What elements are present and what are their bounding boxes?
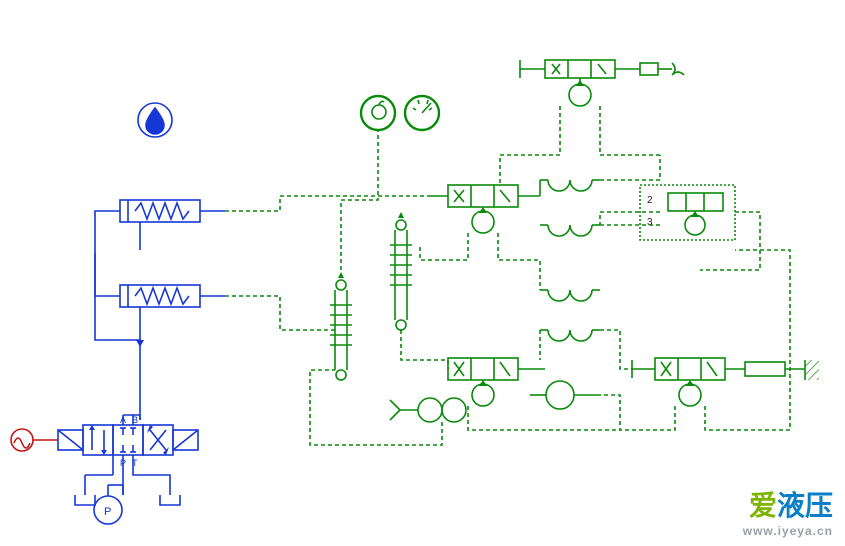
- watermark: 爱液压 www.iyeya.cn: [743, 484, 833, 538]
- valve-module-top: [500, 60, 684, 185]
- watermark-url: www.iyeya.cn: [743, 524, 833, 538]
- svg-text:P: P: [104, 506, 111, 518]
- pressure-source: P: [94, 485, 123, 524]
- cylinder-2: [120, 285, 225, 307]
- pump-symbol-3: [540, 290, 600, 301]
- apple-stamp-icon: [361, 96, 395, 130]
- valve-module-bottom: [448, 358, 600, 409]
- valve-module-right: 2 3: [600, 185, 760, 270]
- watermark-brand-2: 液压: [777, 490, 833, 521]
- pneumatic-circuit: 2 3: [225, 60, 819, 445]
- pump-symbol-4: [540, 330, 600, 341]
- signal-source: [11, 429, 58, 451]
- directional-valve-4-3: A B P T: [58, 415, 198, 468]
- port-2-label: 2: [647, 195, 653, 206]
- cylinder-1: [120, 200, 225, 222]
- hydraulic-circuit: A B P T P: [11, 103, 225, 524]
- port-3-label: 3: [647, 217, 653, 228]
- gauge-stamp-icon: [405, 96, 439, 130]
- filter-stack-2: [330, 272, 352, 380]
- filter-stack-1: [390, 212, 412, 330]
- hydraulic-fluid-icon: [138, 103, 172, 137]
- valve-module-bottom-right: [600, 250, 819, 430]
- watermark-brand-1: 爱: [749, 490, 777, 521]
- twin-pump-bottom: [310, 370, 620, 445]
- valve-module-mid: [420, 180, 540, 290]
- dashed-bus: [225, 130, 660, 369]
- pump-symbol-1: [540, 180, 600, 191]
- pump-symbol-2: [540, 225, 600, 236]
- schematic-canvas: A B P T P: [0, 0, 845, 546]
